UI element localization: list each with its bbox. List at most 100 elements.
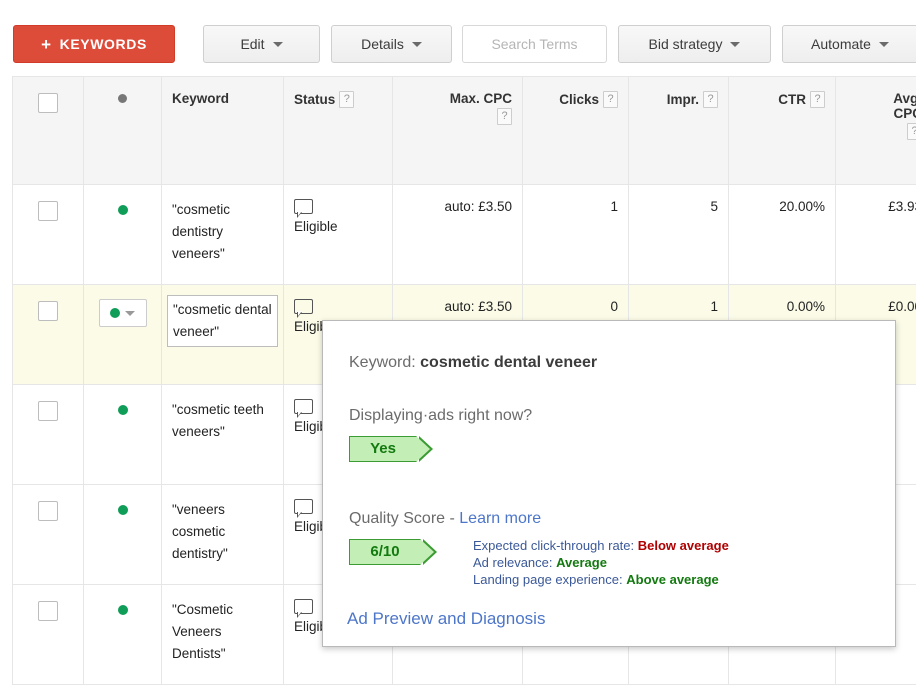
status-header-label: Status <box>294 92 335 107</box>
edit-label: Edit <box>240 36 264 52</box>
popup-keyword-line: Keyword: cosmetic dental veneer <box>349 354 597 372</box>
row-status-dot-cell <box>84 185 162 285</box>
row-select-cell <box>13 385 84 485</box>
avg-cpc-header[interactable]: Avg. CPC ? <box>836 77 916 185</box>
table-header-row: Keyword Status? Max. CPC? Clicks? Impr.?… <box>13 77 916 185</box>
row-checkbox[interactable] <box>38 401 58 421</box>
ctr-header-label: CTR <box>778 92 806 107</box>
max-cpc-header[interactable]: Max. CPC? <box>393 77 523 185</box>
plus-icon: + <box>41 36 52 53</box>
row-status-dot-cell <box>84 485 162 585</box>
row-clicks-cell: 1 <box>523 185 629 285</box>
max-cpc-header-label: Max. CPC <box>450 91 512 106</box>
avg-cpc-header-label-line1: Avg. <box>893 91 916 106</box>
search-terms-button[interactable]: Search Terms <box>462 25 607 63</box>
ctr-header[interactable]: CTR? <box>729 77 836 185</box>
automate-label: Automate <box>811 36 871 52</box>
row-checkbox[interactable] <box>38 301 58 321</box>
help-icon[interactable]: ? <box>603 91 618 108</box>
help-icon[interactable]: ? <box>703 91 718 108</box>
chevron-down-icon <box>879 42 889 47</box>
chevron-down-icon <box>273 42 283 47</box>
row-select-cell <box>13 185 84 285</box>
status-text: Eligible <box>294 219 382 234</box>
bid-strategy-dropdown-button[interactable]: Bid strategy <box>618 25 771 63</box>
help-icon[interactable]: ? <box>810 91 825 108</box>
clicks-header[interactable]: Clicks? <box>523 77 629 185</box>
table-row[interactable]: "cosmetic dentistry veneers" Eligible au… <box>13 185 916 285</box>
row-ctr-cell: 20.00% <box>729 185 836 285</box>
row-status-dot-cell <box>84 285 162 385</box>
learn-more-link[interactable]: Learn more <box>459 510 541 527</box>
factor-label: Ad relevance: <box>473 555 553 570</box>
status-dot-icon <box>110 308 120 318</box>
clicks-header-label: Clicks <box>559 92 599 107</box>
row-keyword-cell[interactable]: "cosmetic teeth veneers" <box>162 385 284 485</box>
help-icon[interactable]: ? <box>497 108 512 125</box>
keyword-text: "cosmetic teeth veneers" <box>172 399 273 443</box>
top-toolbar: + KEYWORDS Edit Details Search Terms Bid… <box>0 0 916 76</box>
bid-strategy-label: Bid strategy <box>649 36 723 52</box>
impressions-header-label: Impr. <box>667 92 699 107</box>
keyword-details-popup: Keyword: cosmetic dental veneer Displayi… <box>322 320 896 647</box>
avg-cpc-header-label-line2: CPC <box>893 106 916 121</box>
row-keyword-cell[interactable]: "cosmetic dentistry veneers" <box>162 185 284 285</box>
keyword-text: "Cosmetic Veneers Dentists" <box>172 599 273 665</box>
factor-label: Expected click-through rate: <box>473 538 634 553</box>
row-keyword-cell[interactable]: "veneers cosmetic dentistry" <box>162 485 284 585</box>
keyword-text[interactable]: "cosmetic dental veneer" <box>167 295 278 347</box>
select-all-header <box>13 77 84 185</box>
row-keyword-cell[interactable]: "cosmetic dental veneer" <box>162 285 284 385</box>
chevron-down-icon <box>412 42 422 47</box>
status-dot-icon[interactable] <box>118 505 128 515</box>
help-icon[interactable]: ? <box>907 123 916 140</box>
row-checkbox[interactable] <box>38 201 58 221</box>
add-keywords-label: KEYWORDS <box>60 36 147 52</box>
row-max-cpc-cell[interactable]: auto: £3.50 <box>393 185 523 285</box>
add-keywords-button[interactable]: + KEYWORDS <box>13 25 175 63</box>
details-dropdown-button[interactable]: Details <box>331 25 452 63</box>
popup-quality-score-line: Quality Score - Learn more <box>349 510 541 528</box>
factor-label: Landing page experience: <box>473 572 623 587</box>
serving-status-badge: Yes <box>349 436 417 462</box>
edit-dropdown-button[interactable]: Edit <box>203 25 320 63</box>
keyword-header[interactable]: Keyword <box>162 77 284 185</box>
impressions-header[interactable]: Impr.? <box>629 77 729 185</box>
status-dot-icon[interactable] <box>118 405 128 415</box>
factor-value: Above average <box>626 572 719 587</box>
quality-factor-row: Ad relevance: Average <box>473 554 729 571</box>
select-all-checkbox[interactable] <box>38 93 58 113</box>
row-select-cell <box>13 285 84 385</box>
row-status-dot-cell <box>84 585 162 685</box>
status-dot-dropdown[interactable] <box>99 299 147 327</box>
row-select-cell <box>13 585 84 685</box>
status-dot-icon[interactable] <box>118 205 128 215</box>
quality-score-badge: 6/10 <box>349 539 421 565</box>
quality-factors-list: Expected click-through rate: Below avera… <box>473 537 729 588</box>
row-impressions-cell: 5 <box>629 185 729 285</box>
search-terms-label: Search Terms <box>491 36 577 52</box>
factor-value: Below average <box>638 538 729 553</box>
speech-bubble-icon <box>294 499 313 514</box>
keyword-header-label: Keyword <box>172 91 229 106</box>
popup-serving-question: Displaying·ads right now? <box>349 407 532 425</box>
quality-factor-row: Expected click-through rate: Below avera… <box>473 537 729 554</box>
help-icon[interactable]: ? <box>339 91 354 108</box>
chevron-down-icon <box>730 42 740 47</box>
popup-keyword-label: Keyword: <box>349 354 416 371</box>
ad-preview-and-diagnosis-link[interactable]: Ad Preview and Diagnosis <box>347 609 545 629</box>
row-checkbox[interactable] <box>38 601 58 621</box>
status-dot-header <box>84 77 162 185</box>
factor-value: Average <box>556 555 607 570</box>
status-dot-icon[interactable] <box>118 605 128 615</box>
details-label: Details <box>361 36 404 52</box>
keyword-text: "cosmetic dentistry veneers" <box>172 199 273 265</box>
row-status-cell: Eligible <box>284 185 393 285</box>
status-dot-icon <box>118 94 127 103</box>
status-header[interactable]: Status? <box>284 77 393 185</box>
row-keyword-cell[interactable]: "Cosmetic Veneers Dentists" <box>162 585 284 685</box>
row-checkbox[interactable] <box>38 501 58 521</box>
chevron-down-icon <box>125 311 135 316</box>
automate-dropdown-button[interactable]: Automate <box>782 25 916 63</box>
popup-keyword-value: cosmetic dental veneer <box>420 354 597 371</box>
